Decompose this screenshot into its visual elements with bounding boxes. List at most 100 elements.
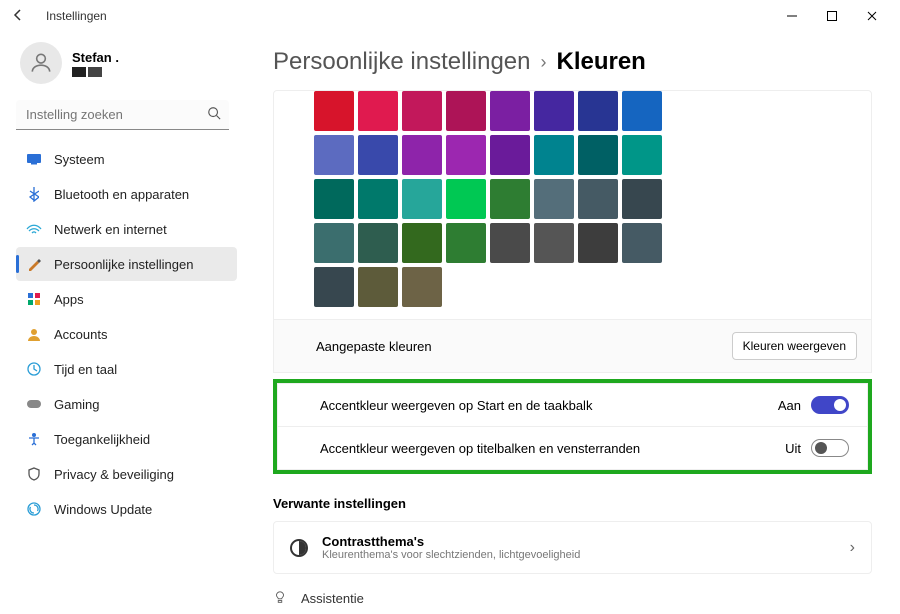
color-swatch[interactable]	[534, 91, 574, 131]
sidebar-item-privacy[interactable]: Privacy & beveiliging	[16, 457, 237, 491]
color-swatch[interactable]	[402, 91, 442, 131]
sidebar-item-label: Bluetooth en apparaten	[54, 187, 189, 202]
color-swatch[interactable]	[534, 179, 574, 219]
color-swatch[interactable]	[358, 135, 398, 175]
color-swatch[interactable]	[402, 135, 442, 175]
sidebar-item-label: Toegankelijkheid	[54, 432, 150, 447]
back-button[interactable]	[8, 8, 28, 25]
assist-icon	[273, 590, 289, 607]
accessibility-icon	[26, 431, 42, 447]
breadcrumb: Persoonlijke instellingen › Kleuren	[273, 48, 872, 76]
user-theme-chips	[72, 67, 119, 77]
color-swatch[interactable]	[358, 267, 398, 307]
color-swatch[interactable]	[358, 91, 398, 131]
color-swatch[interactable]	[446, 223, 486, 263]
search-icon	[207, 106, 221, 125]
settings-window: Instellingen Stefan .	[0, 0, 900, 614]
color-swatch[interactable]	[446, 91, 486, 131]
color-swatch[interactable]	[314, 179, 354, 219]
accent-start-state: Aan	[778, 398, 801, 413]
search-input[interactable]	[16, 100, 229, 130]
related-heading: Verwante instellingen	[273, 496, 872, 511]
accent-title-state: Uit	[785, 441, 801, 456]
sidebar-item-accessibility[interactable]: Toegankelijkheid	[16, 422, 237, 456]
color-swatch[interactable]	[490, 179, 530, 219]
avatar	[20, 42, 62, 84]
color-swatch[interactable]	[622, 135, 662, 175]
color-swatch[interactable]	[402, 179, 442, 219]
color-swatch[interactable]	[578, 135, 618, 175]
search-box[interactable]	[16, 100, 229, 130]
sidebar-item-personalize[interactable]: Persoonlijke instellingen	[16, 247, 237, 281]
color-swatch[interactable]	[534, 135, 574, 175]
sidebar-item-label: Windows Update	[54, 502, 152, 517]
bluetooth-icon	[26, 186, 42, 202]
personalize-icon	[26, 256, 42, 272]
sidebar-item-network[interactable]: Netwerk en internet	[16, 212, 237, 246]
sidebar-item-label: Tijd en taal	[54, 362, 117, 377]
color-swatch[interactable]	[490, 91, 530, 131]
minimize-button[interactable]	[772, 2, 812, 30]
apps-icon	[26, 291, 42, 307]
sidebar-item-label: Gaming	[54, 397, 100, 412]
accent-title-row: Accentkleur weergeven op titelbalken en …	[277, 427, 868, 470]
color-swatch[interactable]	[314, 91, 354, 131]
color-swatch[interactable]	[314, 135, 354, 175]
gaming-icon	[26, 396, 42, 412]
contrast-icon	[290, 539, 308, 557]
contrast-sub: Kleurenthema's voor slechtzienden, licht…	[322, 549, 580, 561]
sidebar-item-label: Accounts	[54, 327, 107, 342]
sidebar-item-apps[interactable]: Apps	[16, 282, 237, 316]
sidebar-item-gaming[interactable]: Gaming	[16, 387, 237, 421]
accent-title-toggle[interactable]	[811, 439, 849, 457]
color-swatch[interactable]	[622, 91, 662, 131]
sidebar-item-label: Netwerk en internet	[54, 222, 167, 237]
sidebar-item-bluetooth[interactable]: Bluetooth en apparaten	[16, 177, 237, 211]
accent-start-label: Accentkleur weergeven op Start en de taa…	[320, 398, 592, 413]
breadcrumb-parent[interactable]: Persoonlijke instellingen	[273, 48, 530, 76]
sidebar-item-update[interactable]: Windows Update	[16, 492, 237, 526]
color-swatch[interactable]	[490, 135, 530, 175]
breadcrumb-current: Kleuren	[556, 48, 645, 76]
color-palette	[314, 91, 871, 307]
user-block[interactable]: Stefan .	[16, 38, 245, 96]
color-swatch[interactable]	[358, 179, 398, 219]
highlighted-settings: Accentkleur weergeven op Start en de taa…	[273, 379, 872, 474]
color-swatch[interactable]	[402, 223, 442, 263]
privacy-icon	[26, 466, 42, 482]
sidebar-item-accounts[interactable]: Accounts	[16, 317, 237, 351]
user-name: Stefan .	[72, 50, 119, 65]
color-swatch[interactable]	[446, 179, 486, 219]
color-swatch[interactable]	[622, 223, 662, 263]
chevron-right-icon: ›	[540, 52, 546, 73]
custom-colors-row: Aangepaste kleuren Kleuren weergeven	[273, 320, 872, 373]
main-panel: Persoonlijke instellingen › Kleuren Aang…	[245, 32, 900, 614]
window-title: Instellingen	[46, 9, 107, 23]
assist-link[interactable]: Assistentie	[273, 590, 872, 607]
color-palette-panel	[273, 90, 872, 320]
color-swatch[interactable]	[578, 179, 618, 219]
color-swatch[interactable]	[314, 223, 354, 263]
color-swatch[interactable]	[358, 223, 398, 263]
nav: Systeem Bluetooth en apparaten Netwerk en …	[16, 142, 237, 526]
accounts-icon	[26, 326, 42, 342]
color-swatch[interactable]	[578, 223, 618, 263]
custom-colors-label: Aangepaste kleuren	[316, 339, 432, 354]
sidebar-item-label: Privacy & beveiliging	[54, 467, 174, 482]
color-swatch[interactable]	[402, 267, 442, 307]
accent-start-toggle[interactable]	[811, 396, 849, 414]
maximize-button[interactable]	[812, 2, 852, 30]
close-button[interactable]	[852, 2, 892, 30]
contrast-themes-card[interactable]: Contrastthema's Kleurenthema's voor slec…	[273, 521, 872, 574]
color-swatch[interactable]	[490, 223, 530, 263]
contrast-title: Contrastthema's	[322, 534, 580, 549]
sidebar-item-system[interactable]: Systeem	[16, 142, 237, 176]
view-colors-button[interactable]: Kleuren weergeven	[732, 332, 857, 360]
color-swatch[interactable]	[534, 223, 574, 263]
sidebar-item-time[interactable]: Tijd en taal	[16, 352, 237, 386]
color-swatch[interactable]	[314, 267, 354, 307]
time-icon	[26, 361, 42, 377]
color-swatch[interactable]	[622, 179, 662, 219]
color-swatch[interactable]	[446, 135, 486, 175]
color-swatch[interactable]	[578, 91, 618, 131]
